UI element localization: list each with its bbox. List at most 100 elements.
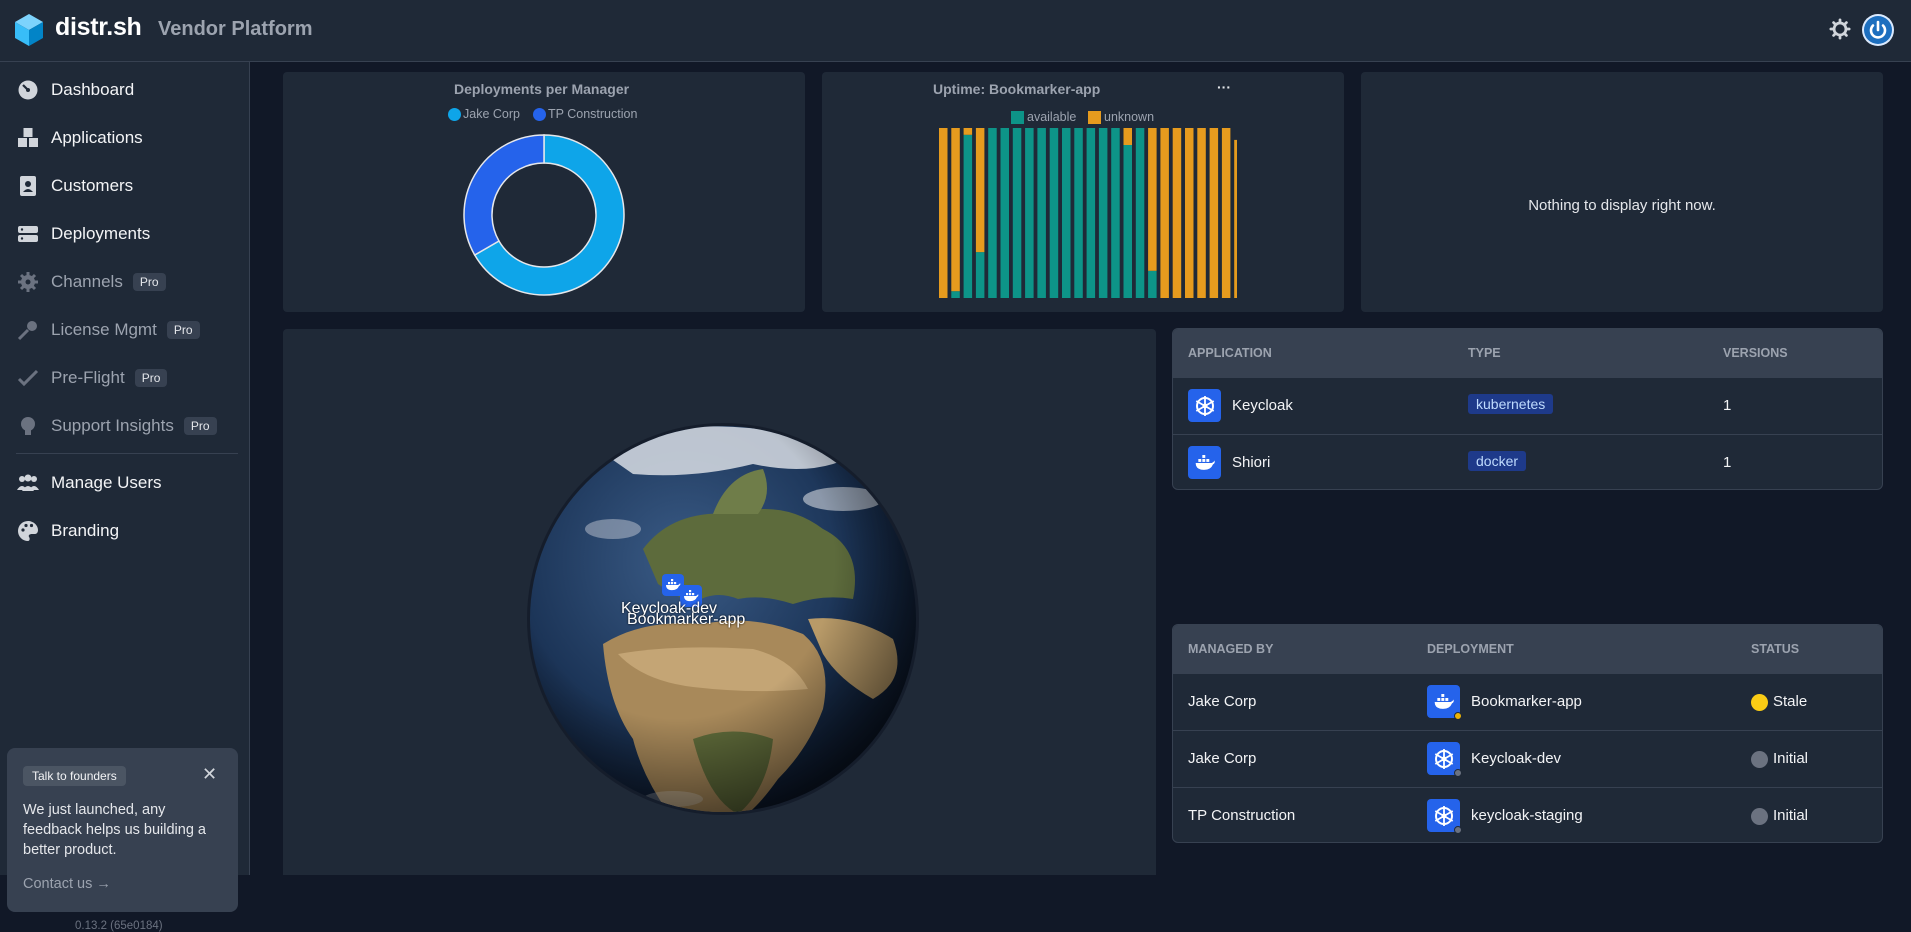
application-name: Shiori: [1232, 454, 1271, 471]
sidebar-item-dashboard[interactable]: Dashboard: [16, 72, 236, 108]
uptime-bar-unknown[interactable]: [1148, 128, 1157, 271]
legend-swatch: [448, 107, 461, 121]
uptime-bar-available[interactable]: [951, 291, 960, 298]
uptime-bar-available[interactable]: [975, 252, 985, 298]
status-dot: [1751, 751, 1768, 768]
key-icon: [16, 318, 40, 342]
gear-icon: [16, 270, 40, 294]
uptime-bar-available[interactable]: [963, 134, 973, 298]
pro-badge: Pro: [166, 321, 200, 339]
sidebar-item-label: Support Insights: [51, 416, 174, 435]
arrow-right-icon: →: [96, 876, 111, 892]
uptime-bar-available[interactable]: [1000, 128, 1010, 298]
uptime-bar-unknown[interactable]: [1209, 128, 1219, 298]
uptime-bar-available[interactable]: [1025, 128, 1034, 298]
table-header: MANAGED BY DEPLOYMENT STATUS: [1173, 625, 1882, 673]
managed-by: Jake Corp: [1188, 750, 1257, 767]
donut-slice-tp-construction[interactable]: [463, 134, 545, 257]
promo-text: We just launched, any feedback helps us …: [23, 802, 206, 858]
sidebar-item-label: Branding: [51, 521, 120, 540]
uptime-bar-available[interactable]: [1135, 128, 1145, 298]
brand-subtitle: Vendor Platform: [158, 18, 313, 40]
sidebar-item-customers[interactable]: Customers: [16, 168, 236, 204]
contact-us-link[interactable]: Contact us →: [23, 876, 111, 892]
brand-name[interactable]: distr.sh: [55, 13, 142, 42]
sidebar-item-support-insights[interactable]: Support Insights Pro: [16, 408, 236, 444]
contact-us-label: Contact us: [23, 876, 93, 892]
sidebar-item-branding[interactable]: Branding: [16, 513, 236, 549]
uptime-bar-unknown[interactable]: [1160, 128, 1169, 298]
empty-message: Nothing to display right now.: [1528, 197, 1716, 214]
uptime-bar-available[interactable]: [1049, 128, 1059, 298]
uptime-bar-available[interactable]: [1074, 128, 1083, 298]
legend-tp-construction[interactable]: TP Construction: [533, 107, 637, 121]
sidebar: Dashboard Applications Customers Deploym…: [0, 62, 250, 932]
docker-icon: [1427, 685, 1462, 720]
lightbulb-icon: [16, 414, 40, 438]
status-dot: [1751, 694, 1768, 711]
promo-card: Talk to founders ✕ We just launched, any…: [7, 748, 238, 912]
legend-unknown[interactable]: unknown: [1088, 110, 1154, 124]
legend-available[interactable]: available: [1011, 110, 1076, 124]
uptime-bar-unknown[interactable]: [951, 128, 960, 292]
legend-label: Jake Corp: [463, 107, 520, 121]
versions-count: 1: [1723, 454, 1732, 471]
top-bar: distr.sh Vendor Platform: [0, 0, 1911, 62]
deployments-table: MANAGED BY DEPLOYMENT STATUS Jake Corp B…: [1172, 624, 1883, 843]
uptime-bar-unknown[interactable]: [1123, 128, 1133, 145]
table-header: APPLICATION TYPE VERSIONS: [1173, 329, 1882, 377]
column-header-type: TYPE: [1468, 346, 1501, 360]
uptime-bar-unknown[interactable]: [1221, 128, 1231, 298]
uptime-bar-unknown[interactable]: [963, 128, 973, 135]
uptime-bar-available[interactable]: [1123, 145, 1133, 298]
sidebar-item-label: Manage Users: [51, 473, 162, 492]
sidebar-item-deployments[interactable]: Deployments: [16, 216, 236, 252]
sidebar-item-pre-flight[interactable]: Pre-Flight Pro: [16, 360, 236, 396]
sidebar-divider: [16, 453, 238, 454]
empty-panel: Nothing to display right now.: [1361, 72, 1883, 312]
deployments-per-manager-panel: Deployments per Manager Jake Corp TP Con…: [283, 72, 805, 312]
sidebar-item-label: Channels: [51, 272, 123, 291]
user-menu-button[interactable]: [1862, 14, 1894, 46]
uptime-bar-available[interactable]: [1111, 128, 1120, 298]
table-row[interactable]: Jake Corp Keycloak-dev Initial: [1173, 730, 1882, 787]
status-indicator: [1454, 712, 1462, 720]
uptime-bar-unknown[interactable]: [1234, 139, 1237, 298]
sidebar-item-channels[interactable]: Channels Pro: [16, 264, 236, 300]
palette-icon: [16, 519, 40, 543]
pro-badge: Pro: [183, 417, 217, 435]
table-row[interactable]: Jake Corp Bookmarker-app Stale: [1173, 673, 1882, 730]
uptime-bar-available[interactable]: [1098, 128, 1108, 298]
globe-label-bookmarker-app[interactable]: Bookmarker-app: [627, 611, 745, 629]
deployments-icon: [16, 222, 40, 246]
uptime-bar-unknown[interactable]: [1185, 128, 1194, 298]
sidebar-item-applications[interactable]: Applications: [16, 120, 236, 156]
more-options-icon[interactable]: ···: [1217, 79, 1231, 95]
uptime-bar-available[interactable]: [1086, 128, 1096, 298]
uptime-bar-unknown[interactable]: [1197, 128, 1206, 298]
sidebar-item-license-mgmt[interactable]: License Mgmt Pro: [16, 312, 236, 348]
uptime-bar-available[interactable]: [988, 128, 997, 298]
legend-jake-corp[interactable]: Jake Corp: [448, 107, 520, 121]
legend-label: unknown: [1104, 110, 1155, 124]
close-icon[interactable]: ✕: [202, 764, 217, 785]
uptime-bar-available[interactable]: [1062, 128, 1071, 298]
applications-table: APPLICATION TYPE VERSIONS Keycloak kuber…: [1172, 328, 1883, 490]
uptime-bar-available[interactable]: [1037, 128, 1046, 298]
uptime-bar-available[interactable]: [1148, 270, 1157, 298]
table-row[interactable]: Shiori docker 1: [1173, 434, 1882, 489]
legend-swatch: [1088, 110, 1101, 124]
sidebar-item-manage-users[interactable]: Manage Users: [16, 465, 236, 501]
globe-panel: Keycloak-dev Bookmarker-app: [283, 329, 1156, 875]
legend-swatch: [1011, 110, 1024, 124]
application-name: Keycloak: [1232, 397, 1293, 414]
gear-icon[interactable]: [1829, 18, 1851, 40]
uptime-bar-available[interactable]: [1012, 128, 1022, 298]
uptime-bar-unknown[interactable]: [975, 128, 985, 253]
uptime-bar-unknown[interactable]: [1172, 128, 1182, 298]
column-header-managed-by: MANAGED BY: [1188, 642, 1274, 656]
table-row[interactable]: Keycloak kubernetes 1: [1173, 377, 1882, 434]
sidebar-item-label: License Mgmt: [51, 320, 157, 339]
table-row[interactable]: TP Construction keycloak-staging Initial: [1173, 787, 1882, 842]
uptime-bar-unknown[interactable]: [939, 128, 948, 298]
